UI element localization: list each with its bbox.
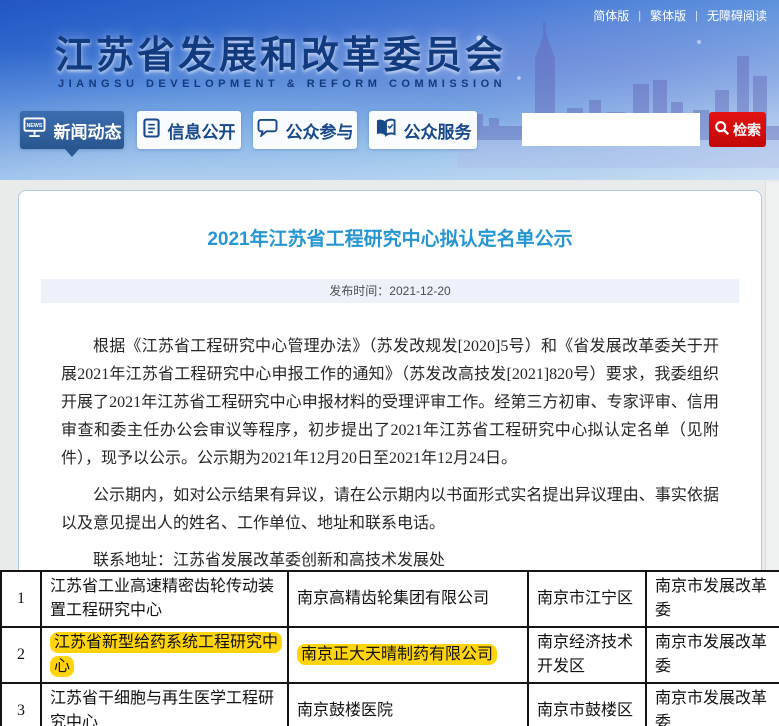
- company-name: 南京正大天晴制药有限公司: [288, 627, 528, 683]
- tab-label: 信息公开: [168, 118, 236, 143]
- highlighted-text: 江苏省新型给药系统工程研究中心: [50, 632, 282, 677]
- publish-date: 发布时间：2021-12-20: [41, 279, 739, 303]
- document-icon: [143, 118, 160, 143]
- site-title: 江苏省发展和改革委员会: [55, 24, 506, 79]
- row-number: 3: [1, 683, 41, 726]
- agency: 南京市发展改革委: [646, 571, 779, 627]
- tab-label: 公众服务: [404, 118, 472, 143]
- separator: |: [695, 10, 698, 22]
- paragraph: 根据《江苏省工程研究中心管理办法》（苏发改规发[2020]5号）和《省发展改革委…: [61, 333, 719, 473]
- district: 南京市江宁区: [528, 571, 646, 627]
- main-nav: NEWS 新闻动态 信息公开: [18, 111, 768, 151]
- tab-label: 公众参与: [286, 118, 354, 143]
- page: 简体版 | 繁体版 | 无障碍阅读 江苏省发展和改革委员会 JIANGSU DE…: [0, 0, 779, 726]
- tab-information-disclosure[interactable]: 信息公开: [137, 111, 241, 149]
- table-row: 2 江苏省新型给药系统工程研究中心 南京正大天晴制药有限公司 南京经济技术开发区…: [1, 627, 779, 683]
- search-button[interactable]: 检索: [709, 112, 766, 147]
- district: 南京市鼓楼区: [528, 683, 646, 726]
- link-simplified-chinese[interactable]: 简体版: [593, 7, 629, 24]
- row-number: 2: [1, 627, 41, 683]
- center-name: 江苏省工业高速精密齿轮传动装置工程研究中心: [41, 571, 288, 627]
- tab-public-service[interactable]: 公众服务: [369, 111, 477, 149]
- agency: 南京市发展改革委: [646, 683, 779, 726]
- company-name: 南京高精齿轮集团有限公司: [288, 571, 528, 627]
- center-list-table: 1 江苏省工业高速精密齿轮传动装置工程研究中心 南京高精齿轮集团有限公司 南京市…: [0, 570, 779, 726]
- tab-public-participation[interactable]: 公众参与: [253, 111, 357, 149]
- highlighted-text: 南京正大天晴制药有限公司: [297, 644, 497, 665]
- district: 南京经济技术开发区: [528, 627, 646, 683]
- search-icon: [714, 120, 730, 139]
- link-traditional-chinese[interactable]: 繁体版: [650, 7, 686, 24]
- center-name: 江苏省干细胞与再生医学工程研究中心: [41, 683, 288, 726]
- monitor-news-icon: NEWS: [23, 117, 46, 143]
- speech-bubble-icon: [257, 118, 278, 142]
- link-accessibility[interactable]: 无障碍阅读: [707, 7, 767, 24]
- tab-news[interactable]: NEWS 新闻动态: [20, 111, 124, 149]
- table-row: 3 江苏省干细胞与再生医学工程研究中心 南京鼓楼医院 南京市鼓楼区 南京市发展改…: [1, 683, 779, 726]
- search-button-label: 检索: [733, 120, 761, 140]
- page-scrollbar[interactable]: [765, 182, 779, 570]
- center-name: 江苏省新型给药系统工程研究中心: [41, 627, 288, 683]
- language-links: 简体版 | 繁体版 | 无障碍阅读: [593, 7, 767, 24]
- site-subtitle: JIANGSU DEVELOPMENT & REFORM COMMISSION: [58, 78, 506, 90]
- table-row: 1 江苏省工业高速精密齿轮传动装置工程研究中心 南京高精齿轮集团有限公司 南京市…: [1, 571, 779, 627]
- article-title: 2021年江苏省工程研究中心拟认定名单公示: [19, 224, 761, 251]
- paragraph: 公示期内，如对公示结果有异议，请在公示期内以书面形式实名提出异议理由、事实依据以…: [61, 482, 719, 538]
- tab-label: 新闻动态: [54, 118, 122, 143]
- search-input[interactable]: [522, 113, 700, 146]
- svg-text:NEWS: NEWS: [26, 123, 42, 129]
- book-icon: [375, 118, 396, 142]
- site-banner: 简体版 | 繁体版 | 无障碍阅读 江苏省发展和改革委员会 JIANGSU DE…: [0, 0, 779, 180]
- agency: 南京市发展改革委: [646, 627, 779, 683]
- separator: |: [638, 10, 641, 22]
- row-number: 1: [1, 571, 41, 627]
- company-name: 南京鼓楼医院: [288, 683, 528, 726]
